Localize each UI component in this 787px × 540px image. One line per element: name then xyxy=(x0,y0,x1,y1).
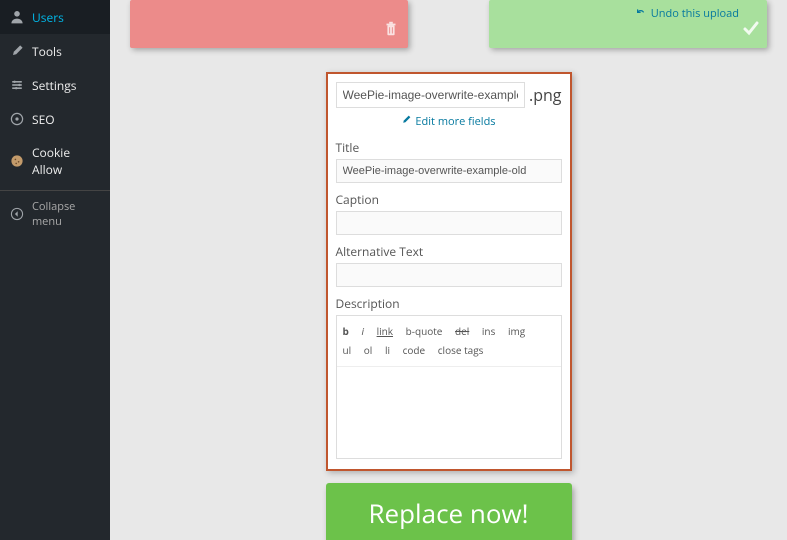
edit-panel: .png Edit more fields Title Caption Alte… xyxy=(326,72,572,471)
qt-ul[interactable]: ul xyxy=(343,343,352,357)
qt-img[interactable]: img xyxy=(508,324,525,338)
sidebar-item-settings[interactable]: Settings xyxy=(0,68,110,102)
qt-code[interactable]: code xyxy=(403,343,426,357)
collapse-icon xyxy=(8,205,26,223)
qt-li[interactable]: li xyxy=(385,343,390,357)
sidebar-item-tools[interactable]: Tools xyxy=(0,34,110,68)
old-image-card xyxy=(130,0,408,48)
sidebar-item-label: Settings xyxy=(32,77,77,94)
admin-sidebar: Users Tools Settings SEO Cookie Allow Co… xyxy=(0,0,110,540)
undo-icon xyxy=(634,7,648,21)
alt-text-input[interactable] xyxy=(336,263,562,287)
sidebar-item-label: Users xyxy=(32,9,64,26)
undo-label: Undo this upload xyxy=(651,6,739,21)
pencil-icon xyxy=(401,114,412,129)
quicktags-toolbar: b i link b-quote del ins img ul ol li co… xyxy=(337,316,561,366)
sidebar-collapse[interactable]: Collapse menu xyxy=(0,190,110,237)
qt-del[interactable]: del xyxy=(455,324,469,338)
caption-label: Caption xyxy=(336,191,562,208)
title-label: Title xyxy=(336,139,562,156)
edit-more-label: Edit more fields xyxy=(415,114,495,129)
replace-now-button[interactable]: Replace now! xyxy=(326,483,572,540)
check-icon xyxy=(741,18,761,42)
qt-close-tags[interactable]: close tags xyxy=(438,343,484,357)
settings-icon xyxy=(8,76,26,94)
undo-upload-link[interactable]: Undo this upload xyxy=(634,6,739,21)
description-textarea[interactable] xyxy=(337,366,561,454)
edit-more-fields-link[interactable]: Edit more fields xyxy=(336,114,562,129)
sidebar-item-label: SEO xyxy=(32,111,55,128)
qt-italic[interactable]: i xyxy=(361,324,364,338)
qt-ins[interactable]: ins xyxy=(482,324,495,338)
file-extension: .png xyxy=(529,84,562,106)
main-content: Undo this upload .png Edit more fields T… xyxy=(110,0,787,540)
filename-input[interactable] xyxy=(336,82,526,108)
trash-icon[interactable] xyxy=(382,20,400,42)
alt-text-label: Alternative Text xyxy=(336,243,562,260)
qt-ol[interactable]: ol xyxy=(364,343,373,357)
qt-bquote[interactable]: b-quote xyxy=(406,324,443,338)
sidebar-item-users[interactable]: Users xyxy=(0,0,110,34)
users-icon xyxy=(8,8,26,26)
cookie-icon xyxy=(8,152,26,170)
seo-icon xyxy=(8,110,26,128)
tools-icon xyxy=(8,42,26,60)
sidebar-item-cookie-allow[interactable]: Cookie Allow xyxy=(0,136,110,186)
title-input[interactable] xyxy=(336,159,562,183)
collapse-label: Collapse menu xyxy=(32,199,102,229)
qt-link[interactable]: link xyxy=(377,324,393,338)
qt-bold[interactable]: b xyxy=(343,324,349,338)
sidebar-item-label: Cookie Allow xyxy=(32,144,102,178)
new-image-card: Undo this upload xyxy=(489,0,767,48)
sidebar-item-label: Tools xyxy=(32,43,62,60)
sidebar-item-seo[interactable]: SEO xyxy=(0,102,110,136)
caption-input[interactable] xyxy=(336,211,562,235)
description-label: Description xyxy=(336,295,562,312)
